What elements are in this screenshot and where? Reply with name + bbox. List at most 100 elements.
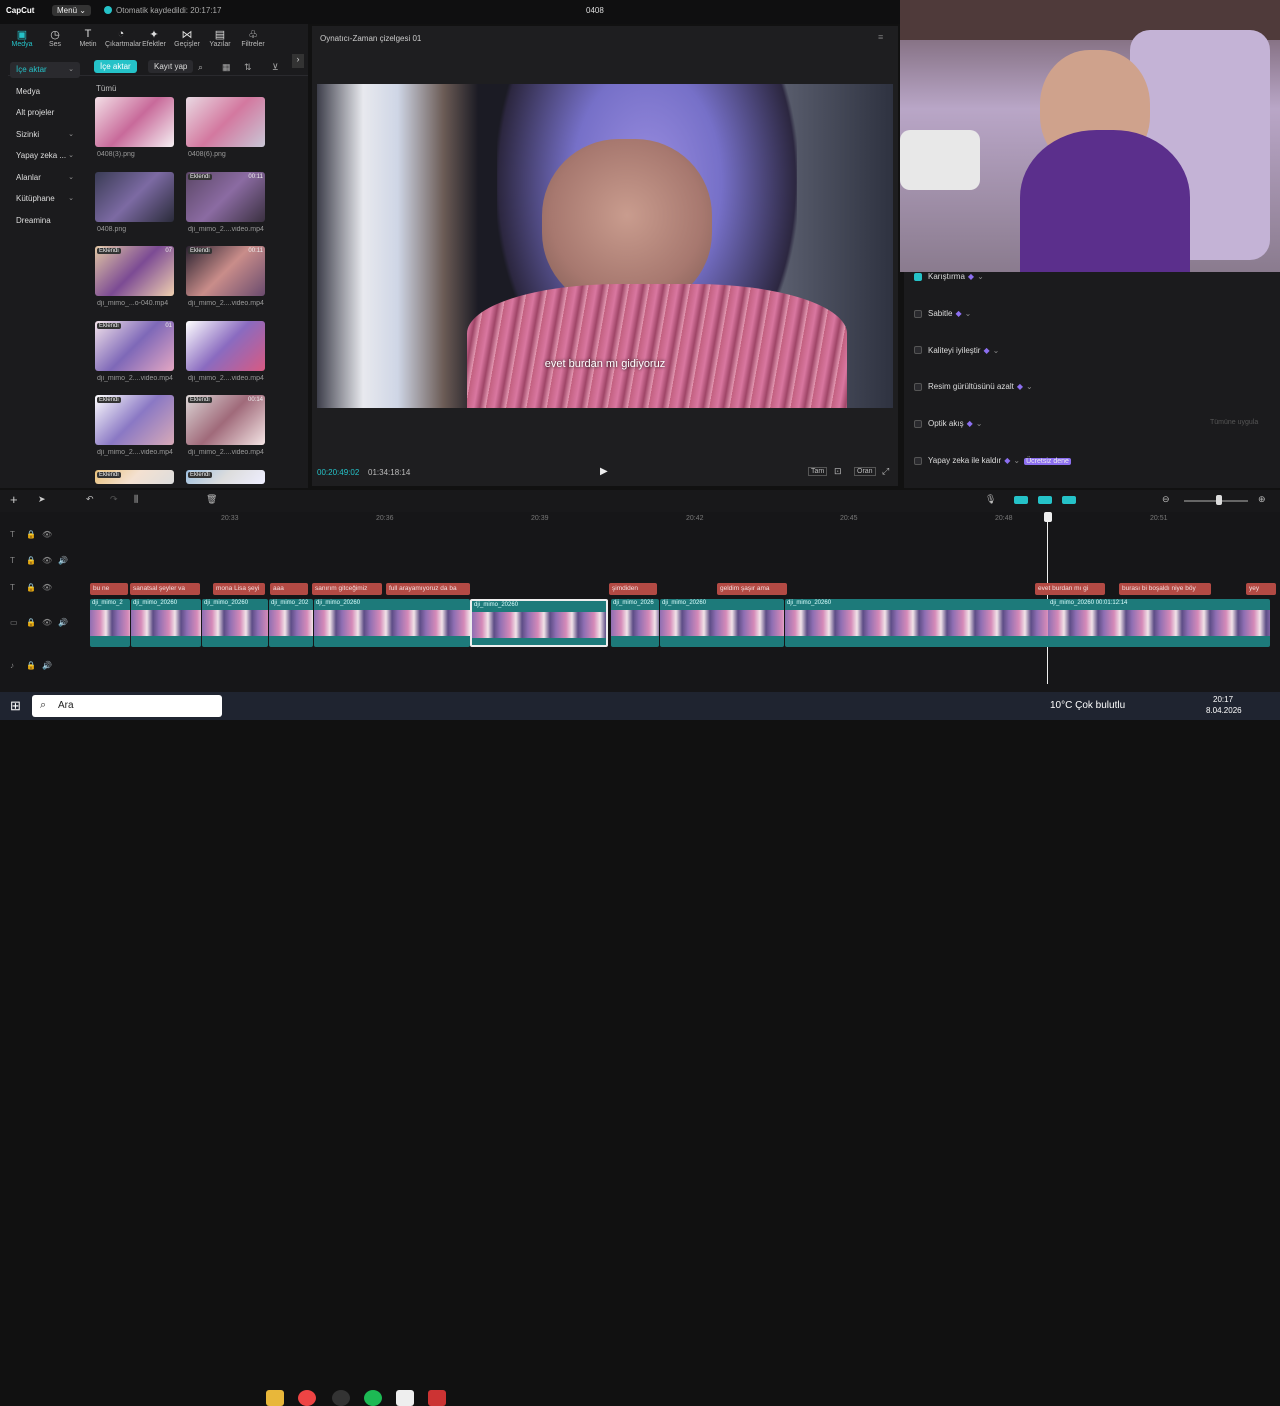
- chrome-icon[interactable]: [298, 1390, 316, 1406]
- tab-çıkartmalar[interactable]: ◔ Çıkartmalar: [105, 28, 141, 48]
- subtitle-clip[interactable]: bu ne: [90, 583, 128, 595]
- track-control-icon[interactable]: 🔒: [26, 618, 36, 627]
- sort-icon[interactable]: ⇅: [244, 62, 252, 73]
- track-control-icon[interactable]: 👁: [42, 530, 52, 539]
- subtitle-clip[interactable]: sanatsal şeyler va: [130, 583, 200, 595]
- ratio-button[interactable]: Oran: [854, 467, 876, 476]
- sidebar-item-2[interactable]: Alt projeler: [10, 105, 80, 121]
- subtitle-clip[interactable]: geldim şaşır ama: [717, 583, 787, 595]
- checkbox[interactable]: [914, 383, 922, 392]
- subtitle-clip[interactable]: evet burdan mı gi: [1035, 583, 1105, 595]
- clock-time[interactable]: 20:17: [1213, 695, 1233, 704]
- subtitle-clip[interactable]: sanırım gitceğimiz: [312, 583, 382, 595]
- track-control-icon[interactable]: T: [10, 583, 15, 592]
- zoom-out-icon[interactable]: ⊖: [1162, 494, 1170, 505]
- media-thumbnail[interactable]: Eklendi: [95, 395, 174, 445]
- media-thumbnail[interactable]: Eklendi 00:11: [186, 171, 265, 222]
- app-taskbar-icon[interactable]: [428, 1390, 446, 1406]
- import-button[interactable]: İçe aktar: [94, 60, 137, 73]
- subtitle-clip[interactable]: şimdiden: [609, 583, 657, 595]
- media-thumbnail[interactable]: [95, 97, 174, 147]
- subtitle-clip[interactable]: yey: [1246, 583, 1276, 595]
- track-control-icon[interactable]: ♪: [10, 661, 14, 670]
- sidebar-item-0[interactable]: İçe aktar ⌄: [10, 62, 80, 78]
- checkbox[interactable]: [914, 420, 922, 429]
- subtitle-clip[interactable]: aaa: [270, 583, 308, 595]
- property-row[interactable]: Optik akış ◆ ⌄ Tümüne uygula: [914, 419, 1274, 435]
- media-thumbnail[interactable]: Eklendi: [95, 469, 174, 484]
- track-control-icon[interactable]: 🔒: [26, 530, 36, 539]
- subtitle-clip[interactable]: full arayamıyoruz da ba: [386, 583, 470, 595]
- property-row[interactable]: Sabitle ◆ ⌄: [914, 309, 1274, 325]
- track-control-icon[interactable]: 🔒: [26, 661, 36, 670]
- media-thumbnail[interactable]: Eklendi: [186, 469, 265, 484]
- clock-date[interactable]: 8.04.2026: [1206, 706, 1242, 715]
- tab-medya[interactable]: ▣ Medya: [6, 28, 38, 48]
- video-clip[interactable]: dji_mimo_20260 00:01:12:14: [1048, 599, 1270, 647]
- tab-metin[interactable]: T Metin: [72, 28, 104, 48]
- media-thumbnail[interactable]: [186, 320, 265, 371]
- track-control-icon[interactable]: 🔒: [26, 583, 36, 592]
- property-row[interactable]: Resim gürültüsünü azalt ◆ ⌄: [914, 382, 1274, 398]
- tab-ses[interactable]: ◷ Ses: [39, 28, 71, 48]
- grid-view-icon[interactable]: ▦: [222, 62, 231, 73]
- tab-geçişler[interactable]: ⋈ Geçişler: [171, 28, 203, 48]
- property-row[interactable]: Karıştırma ◆ ⌄: [914, 272, 1274, 288]
- video-clip[interactable]: dji_mimo_20260: [131, 599, 201, 647]
- sidebar-item-3[interactable]: Sizinki ⌄: [10, 127, 80, 143]
- video-preview[interactable]: evet burdan mı gidiyoruz: [317, 84, 893, 408]
- add-icon[interactable]: +: [10, 492, 18, 507]
- track-control-icon[interactable]: 🔊: [58, 618, 68, 627]
- media-thumbnail[interactable]: Eklendi 00:14: [186, 395, 265, 445]
- select-tool-icon[interactable]: ➤: [38, 494, 46, 505]
- zoom-in-icon[interactable]: ⊕: [1258, 494, 1266, 505]
- track-control-icon[interactable]: 👁: [42, 583, 52, 592]
- subtitle-clip[interactable]: burası bi boşaldı niye böy: [1119, 583, 1211, 595]
- obs-icon[interactable]: [332, 1390, 350, 1406]
- spotify-icon[interactable]: [364, 1390, 382, 1406]
- play-icon[interactable]: ▶: [600, 466, 608, 477]
- weather[interactable]: 10°C Çok bulutlu: [1050, 700, 1125, 711]
- split-icon[interactable]: ⫼: [134, 494, 138, 505]
- track-control-icon[interactable]: T: [10, 530, 15, 539]
- video-clip[interactable]: dji_mimo_2026: [611, 599, 659, 647]
- magnet-icon[interactable]: [1014, 496, 1028, 504]
- video-clip[interactable]: dji_mimo_20260: [202, 599, 268, 647]
- property-row[interactable]: Kaliteyi iyileştir ◆ ⌄: [914, 346, 1274, 362]
- track-control-icon[interactable]: 👁: [42, 618, 52, 627]
- track-control-icon[interactable]: 🔊: [58, 556, 68, 565]
- property-row[interactable]: Yapay zeka ile kaldır ◆ ⌄ Ücretsiz dene: [914, 456, 1274, 472]
- tabs-scroll-icon[interactable]: ›: [292, 54, 304, 68]
- track-control-icon[interactable]: 🔒: [26, 556, 36, 565]
- track-control-icon[interactable]: ▭: [10, 618, 18, 627]
- taskbar-search[interactable]: ⌕ Ara: [32, 695, 222, 717]
- media-thumbnail[interactable]: [186, 97, 265, 147]
- crop-icon[interactable]: ⊡: [834, 466, 842, 477]
- tab-filtreler[interactable]: ♧ Filtreler: [237, 28, 269, 48]
- video-clip[interactable]: dji_mimo_2: [90, 599, 130, 647]
- tab-yazılar[interactable]: ▤ Yazılar: [204, 28, 236, 48]
- search-icon[interactable]: ⌕: [198, 62, 203, 73]
- tab-efektler[interactable]: ✦ Efektler: [138, 28, 170, 48]
- playhead-handle[interactable]: [1044, 512, 1052, 522]
- track-control-icon[interactable]: 🔊: [42, 661, 52, 670]
- zoom-slider-handle[interactable]: [1216, 495, 1222, 505]
- video-clip[interactable]: dji_mimo_20260: [314, 599, 470, 647]
- track-control-icon[interactable]: 👁: [42, 556, 52, 565]
- free-trial-tag[interactable]: Ücretsiz dene: [1024, 458, 1071, 465]
- microphone-icon[interactable]: 🎙: [985, 494, 996, 505]
- video-clip[interactable]: dji_mimo_20260: [660, 599, 784, 647]
- windows-start-icon[interactable]: ⊞: [10, 698, 21, 714]
- full-button[interactable]: Tam: [808, 467, 828, 476]
- file-explorer-icon[interactable]: [266, 1390, 284, 1406]
- checkbox[interactable]: [914, 456, 922, 465]
- media-thumbnail[interactable]: Eklendi 07: [95, 246, 174, 296]
- checkbox[interactable]: [914, 309, 922, 318]
- track-control-icon[interactable]: T: [10, 556, 15, 565]
- link-icon[interactable]: [1038, 496, 1052, 504]
- sidebar-item-1[interactable]: Medya: [10, 84, 80, 100]
- delete-icon[interactable]: 🗑: [206, 494, 217, 505]
- sidebar-item-4[interactable]: Yapay zeka ... ⌄: [10, 148, 80, 164]
- undo-icon[interactable]: ↶: [86, 494, 94, 505]
- sidebar-item-5[interactable]: Alanlar ⌄: [10, 170, 80, 186]
